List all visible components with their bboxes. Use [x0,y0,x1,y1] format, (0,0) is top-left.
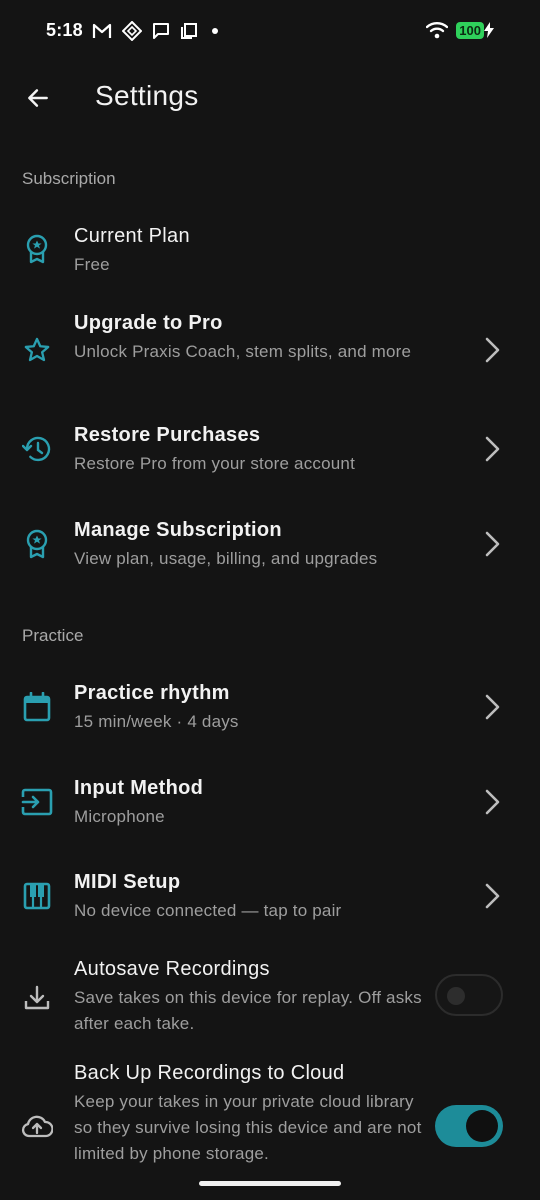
upgrade-title: Upgrade to Pro [74,312,223,334]
award-badge-icon [20,527,54,561]
section-header-subscription: Subscription [22,169,116,188]
star-outline-icon [20,333,54,367]
message-icon [153,23,169,39]
back-button[interactable] [20,80,56,116]
autosave-recordings-row[interactable]: Autosave Recordings Save takes on this d… [0,948,540,1044]
diamond-app-icon [122,21,142,41]
autosave-title: Autosave Recordings [74,958,270,980]
input-icon [20,785,54,819]
battery-level: 100 [456,21,484,39]
chevron-right-icon [485,436,500,462]
backup-subtitle: Keep your takes in your private cloud li… [74,1092,422,1163]
midi-setup-subtitle: No device connected — tap to pair [74,901,342,920]
dot-icon [212,28,218,34]
restore-purchases-row[interactable]: Restore Purchases Restore Pro from your … [0,412,540,492]
toggle-knob [447,987,465,1005]
current-plan-subtitle: Free [74,255,110,274]
backup-to-cloud-row[interactable]: Back Up Recordings to Cloud Keep your ta… [0,1052,540,1192]
notification-icons [92,21,222,41]
upgrade-to-pro-row[interactable]: Upgrade to Pro Unlock Praxis Coach, stem… [0,300,540,402]
upgrade-subtitle: Unlock Praxis Coach, stem splits, and mo… [74,342,412,361]
history-icon [20,432,54,466]
autosave-toggle[interactable] [435,974,503,1016]
input-method-subtitle: Microphone [74,807,165,826]
charging-bolt-icon [484,22,494,38]
battery-indicator: 100 [456,21,494,39]
chevron-right-icon [485,883,500,909]
app-bar: Settings [0,70,540,126]
award-badge-icon [20,232,54,266]
toggle-knob [466,1110,498,1142]
input-method-row[interactable]: Input Method Microphone [0,765,540,845]
manage-subtitle: View plan, usage, billing, and upgrades [74,549,378,568]
page-title: Settings [95,80,199,111]
practice-rhythm-subtitle: 15 min/week · 4 days [74,712,239,731]
chevron-right-icon [485,531,500,557]
midi-setup-title: MIDI Setup [74,871,181,893]
backup-title: Back Up Recordings to Cloud [74,1062,345,1084]
wifi-icon [426,22,449,39]
manage-subscription-row[interactable]: Manage Subscription View plan, usage, bi… [0,507,540,587]
piano-icon [20,879,54,913]
home-indicator[interactable] [199,1181,341,1186]
status-bar: 5:18 100 [0,0,540,62]
practice-rhythm-row[interactable]: Practice rhythm 15 min/week · 4 days [0,670,540,750]
status-right: 100 [426,21,494,39]
calendar-icon [20,690,54,724]
input-method-title: Input Method [74,777,204,799]
section-header-practice: Practice [22,626,84,645]
current-plan-title: Current Plan [74,225,190,247]
restore-title: Restore Purchases [74,424,261,446]
manage-title: Manage Subscription [74,519,282,541]
copy-icon [181,23,197,39]
chevron-right-icon [485,337,500,363]
chevron-right-icon [485,789,500,815]
midi-setup-row[interactable]: MIDI Setup No device connected — tap to … [0,859,540,939]
status-time: 5:18 [46,20,83,40]
gmail-icon [92,23,112,38]
chevron-right-icon [485,694,500,720]
autosave-subtitle: Save takes on this device for replay. Of… [74,988,422,1033]
practice-rhythm-title: Practice rhythm [74,682,230,704]
download-icon [20,981,54,1015]
cloud-upload-icon [20,1109,54,1143]
restore-subtitle: Restore Pro from your store account [74,454,356,473]
arrow-back-icon [28,89,48,107]
current-plan-row: Current Plan Free [0,210,540,290]
backup-toggle[interactable] [435,1105,503,1147]
